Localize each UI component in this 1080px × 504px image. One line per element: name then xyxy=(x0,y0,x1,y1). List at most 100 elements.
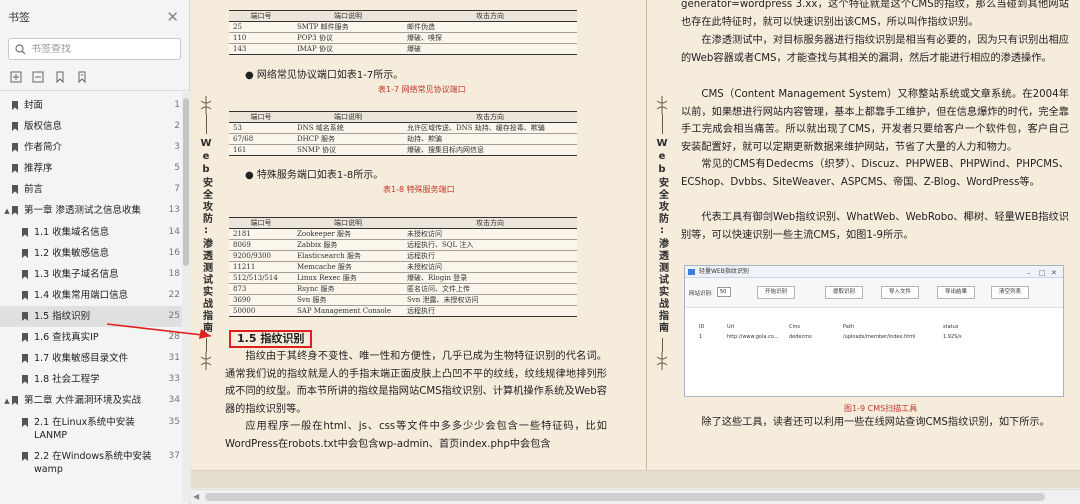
toc-item[interactable]: 1.8 社会工程学 33 xyxy=(0,369,182,390)
table-header-cell: 端口号 xyxy=(229,111,293,123)
app-icon xyxy=(688,269,695,275)
cms-cell-path: /uploads/member/index.html xyxy=(843,334,916,340)
sidebar-scrollbar[interactable] xyxy=(182,92,190,502)
cms-extract-button: 提取识别 xyxy=(825,286,863,299)
expand-all-icon[interactable] xyxy=(10,68,22,83)
bookmark-tree: 封面 1 版权信息 2 作者简介 3 推荐序 5 前言 7 ▲ 第一章 渗透测试之信息收集 13 1.1 … xyxy=(0,95,182,480)
cms-col-path: Path xyxy=(843,324,854,330)
caret-spacer xyxy=(2,99,12,100)
ornament-icon xyxy=(200,352,212,370)
toc-item-page: 5 xyxy=(174,163,180,173)
toc-item[interactable]: 1.7 收集敏感目录文件 31 xyxy=(0,348,182,369)
cms-import-button: 导入文件 xyxy=(881,286,919,299)
bookmark-options-icon[interactable] xyxy=(76,68,88,84)
table-caption-1-7: 表1-7 网络常见协议端口 xyxy=(378,85,466,94)
bookmark-icon xyxy=(22,249,28,258)
toc-item-page: 31 xyxy=(168,353,180,363)
right-spine-title: Web安全攻防:渗透测试实战指南 xyxy=(656,138,668,334)
caret-spacer xyxy=(12,373,22,374)
toc-item[interactable]: 1.4 收集常用端口信息 22 xyxy=(0,285,182,306)
table-cell: IMAP 协议 xyxy=(293,43,403,55)
table-header-row: 端口号 端口说明 攻击方向 xyxy=(229,10,577,22)
spine-line xyxy=(661,338,663,352)
left-paragraph-1: 指纹由于其终身不变性、唯一性和方便性，几乎已成为生物特征识别的代名词。通常我们说… xyxy=(225,351,607,415)
toc-item-page: 33 xyxy=(168,374,180,384)
toc-item[interactable]: 推荐序 5 xyxy=(0,158,182,179)
table-row: 25 SMTP 邮件服务 邮件伪造 xyxy=(229,21,577,33)
toc-item-page: 2 xyxy=(174,121,180,131)
toc-item[interactable]: 封面 1 xyxy=(0,95,182,116)
table-row: 873 Rsync 服务 匿名访问、文件上传 xyxy=(229,283,577,295)
toc-item-label: 封面 xyxy=(24,100,44,111)
toc-item-page: 7 xyxy=(174,184,180,194)
toc-item[interactable]: 作者简介 3 xyxy=(0,137,182,158)
ornament-icon xyxy=(200,96,212,114)
sidebar-scrollbar-thumb[interactable] xyxy=(183,98,189,266)
bookmark-search-input[interactable] xyxy=(31,43,161,55)
cms-result-row: 1 http://www.gola.co... dedecms /uploads… xyxy=(685,332,1063,342)
toc-item[interactable]: 2.2 在Windows系统中安装wamp 37 xyxy=(0,446,182,480)
table-cell: 161 xyxy=(229,144,293,156)
section-heading: 1.5 指纹识别 xyxy=(229,330,313,348)
toc-item[interactable]: 1.1 收集域名信息 14 xyxy=(0,222,182,243)
toc-item-label: 1.4 收集常用端口信息 xyxy=(34,290,129,301)
caret-spacer xyxy=(12,289,22,290)
table-cell: Zookeeper 服务 xyxy=(293,228,403,240)
collapse-caret-icon[interactable]: ▲ xyxy=(2,394,12,408)
caret-spacer xyxy=(2,183,12,184)
caret-spacer xyxy=(2,141,12,142)
toc-item-page: 1 xyxy=(174,100,180,110)
bookmark-icon xyxy=(22,375,28,384)
table-cell: Elasticsearch 服务 xyxy=(293,250,403,262)
table-cell: SNMP 协议 xyxy=(293,144,403,156)
bookmark-icon xyxy=(12,185,18,194)
toc-item[interactable]: 前言 7 xyxy=(0,179,182,200)
right-paragraph-3: 常见的CMS有Dedecms（织梦）、Discuz、PHPWEB、PHPWind… xyxy=(681,159,1069,188)
toc-item[interactable]: 2.1 在Linux系统中安装LANMP 35 xyxy=(0,412,182,446)
table-cell: 67/68 xyxy=(229,133,293,145)
table-header-cell: 端口号 xyxy=(229,10,293,22)
toc-item[interactable]: 1.2 收集敏感信息 16 xyxy=(0,243,182,264)
page-bottom-margin xyxy=(191,470,1080,488)
table-row: 110 POP3 协议 爆破、嗅探 xyxy=(229,32,577,44)
table-header-row: 端口号 端口说明 攻击方向 xyxy=(229,111,577,123)
table-cell: Svn 服务 xyxy=(293,294,403,306)
toc-item-page: 35 xyxy=(168,417,180,427)
table-cell: 143 xyxy=(229,43,293,55)
bullet-network-ports: ● 网络常见协议端口如表1-7所示。 xyxy=(245,70,404,81)
cms-col-cms: Cms xyxy=(789,324,800,330)
horizontal-scrollbar[interactable]: ◀ xyxy=(191,489,1080,504)
right-paragraph-5: 除了这些工具，读者还可以利用一些在线网站查询CMS指纹识别，如下所示。 xyxy=(701,417,1050,428)
table-cell: 8069 xyxy=(229,239,293,251)
bookmark-icon xyxy=(12,101,18,110)
collapse-caret-icon[interactable]: ▲ xyxy=(2,204,12,218)
cms-thread-label: 网站识别: xyxy=(689,291,713,297)
bookmark-search-box[interactable] xyxy=(8,38,181,60)
toc-item[interactable]: 1.3 收集子域名信息 18 xyxy=(0,264,182,285)
bookmark-icon xyxy=(22,312,28,321)
toc-item[interactable]: 版权信息 2 xyxy=(0,116,182,137)
red-arrow-annotation xyxy=(106,323,212,339)
figure-caption-1-9: 图1-9 CMS扫描工具 xyxy=(844,404,918,413)
cms-tool-titlebar: 轻量WEB指纹识别 – □ ✕ xyxy=(685,266,1063,278)
cms-cell-id: 1 xyxy=(699,334,703,340)
add-bookmark-icon[interactable] xyxy=(54,68,66,84)
table-row: 50000 SAP Management Console 远程执行 xyxy=(229,305,577,317)
table-cell: SAP Management Console xyxy=(293,305,403,317)
scroll-left-icon[interactable]: ◀ xyxy=(193,492,199,501)
table-cell: 允许区域传送、DNS 劫持、缓存投毒、欺骗 xyxy=(403,122,577,134)
toc-item-label: 第二章 大件漏洞环境及实战 xyxy=(24,395,142,406)
toc-item[interactable]: ▲ 第一章 渗透测试之信息收集 13 xyxy=(0,200,182,222)
cms-cell-url: http://www.gola.co... xyxy=(727,334,779,340)
ornament-icon xyxy=(656,96,668,114)
bookmark-icon xyxy=(22,291,28,300)
cms-export-button: 导出结果 xyxy=(937,286,975,299)
table-cell: POP3 协议 xyxy=(293,32,403,44)
right-spine: Web安全攻防:渗透测试实战指南 xyxy=(654,96,670,370)
close-icon[interactable]: ✕ xyxy=(166,8,179,26)
toc-item[interactable]: ▲ 第二章 大件漏洞环境及实战 34 xyxy=(0,390,182,412)
toc-item-label: 第一章 渗透测试之信息收集 xyxy=(24,205,142,216)
toc-item-label: 2.1 在Linux系统中安装LANMP xyxy=(34,417,135,441)
collapse-all-icon[interactable] xyxy=(32,68,44,83)
horizontal-scrollbar-thumb[interactable] xyxy=(205,493,1045,501)
